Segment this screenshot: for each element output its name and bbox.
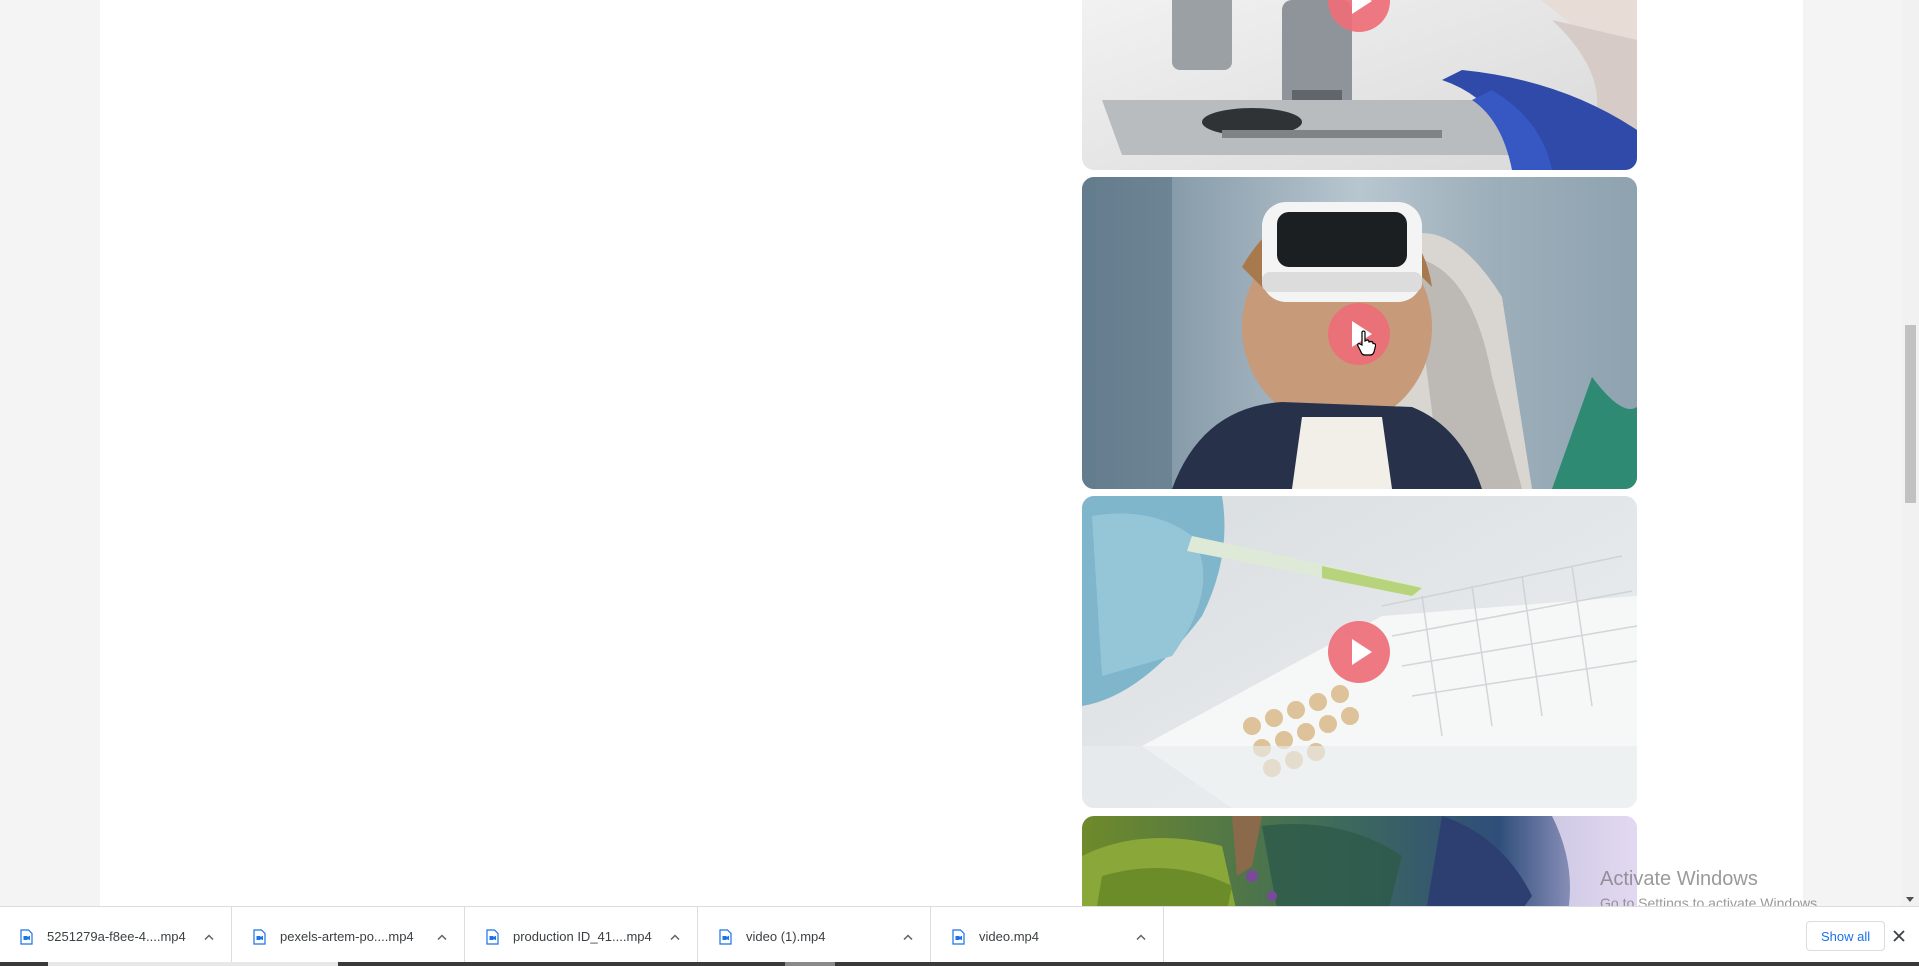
play-icon — [1352, 0, 1372, 14]
download-filename: video (1).mp4 — [746, 929, 826, 944]
download-item[interactable]: production ID_41....mp4 — [466, 907, 698, 966]
download-options-button[interactable] — [195, 923, 223, 951]
play-button[interactable] — [1328, 621, 1390, 683]
chevron-up-icon — [670, 933, 680, 940]
play-icon — [1352, 639, 1372, 665]
chevron-up-icon — [903, 933, 913, 940]
show-all-downloads-button[interactable]: Show all — [1806, 921, 1886, 951]
video-thumbnail-microscope[interactable] — [1082, 0, 1637, 170]
download-options-button[interactable] — [661, 923, 689, 951]
download-filename: production ID_41....mp4 — [513, 929, 652, 944]
play-icon — [1352, 321, 1372, 347]
taskbar-highlight — [48, 962, 338, 966]
page-viewport: Activate Windows Go to Settings to activ… — [0, 0, 1902, 906]
scrollbar-thumb[interactable] — [1905, 325, 1916, 503]
download-filename: pexels-artem-po....mp4 — [280, 929, 414, 944]
download-options-button[interactable] — [428, 923, 456, 951]
chevron-up-icon — [437, 933, 447, 940]
download-filename: 5251279a-f8ee-4....mp4 — [47, 929, 186, 944]
chevron-up-icon — [1136, 933, 1146, 940]
close-icon[interactable] — [1890, 927, 1908, 945]
play-button[interactable] — [1328, 303, 1390, 365]
download-filename: video.mp4 — [979, 929, 1039, 944]
download-bar: 5251279a-f8ee-4....mp4 pexels-artem-po..… — [0, 906, 1919, 966]
video-file-icon — [719, 928, 732, 945]
download-item[interactable]: video.mp4 — [932, 907, 1164, 966]
video-file-icon — [486, 928, 499, 945]
chevron-up-icon — [204, 933, 214, 940]
video-file-icon — [253, 928, 266, 945]
download-item[interactable]: video (1).mp4 — [699, 907, 931, 966]
download-options-button[interactable] — [894, 923, 922, 951]
taskbar-highlight — [785, 962, 835, 966]
taskbar-edge — [0, 962, 1919, 966]
forest-image — [1082, 816, 1637, 906]
scroll-down-arrow-icon[interactable] — [1906, 897, 1914, 902]
download-options-button[interactable] — [1127, 923, 1155, 951]
download-item[interactable]: pexels-artem-po....mp4 — [233, 907, 465, 966]
download-item[interactable]: 5251279a-f8ee-4....mp4 — [0, 907, 232, 966]
video-file-icon — [20, 928, 33, 945]
video-thumbnail-lab-pipette[interactable] — [1082, 496, 1637, 808]
video-thumbnail-fantasy-forest[interactable] — [1082, 816, 1637, 906]
video-file-icon — [952, 928, 965, 945]
video-thumbnail-vr-headset[interactable] — [1082, 177, 1637, 489]
vertical-scrollbar[interactable] — [1902, 0, 1919, 906]
